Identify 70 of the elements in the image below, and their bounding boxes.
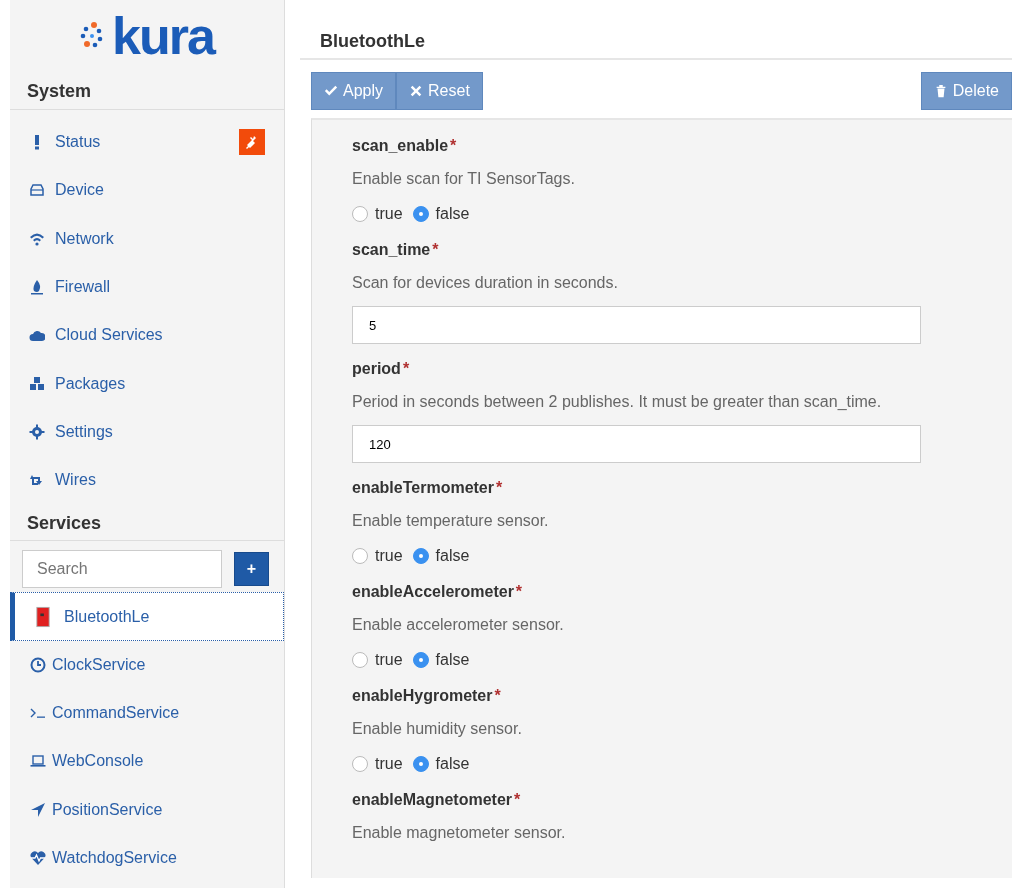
sidebar-item[interactable]: Packages <box>10 359 284 408</box>
field-description: Enable accelerometer sensor. <box>352 615 565 635</box>
sidebar-item[interactable]: Wires <box>10 456 284 505</box>
logo-dots-icon <box>80 22 105 50</box>
section-heading: Services <box>10 504 284 542</box>
field-label: scan_time <box>352 241 431 258</box>
radio-button[interactable] <box>352 206 368 222</box>
radio-label: false <box>435 546 470 566</box>
field-description: Period in seconds between 2 publishes. It must be greater than scan_time. <box>352 392 883 412</box>
sidebar-item[interactable]: Firewall <box>10 262 284 312</box>
radio-button[interactable] <box>352 548 368 564</box>
radio-label: true <box>375 754 403 774</box>
text-field[interactable]: 5 <box>352 306 921 344</box>
required-mark: * <box>494 687 501 704</box>
radio-label: false <box>435 204 470 224</box>
required-mark: * <box>496 479 503 496</box>
flame-icon <box>29 279 45 296</box>
required-mark: * <box>514 791 521 808</box>
search-field[interactable]: Search <box>22 550 222 589</box>
required-mark: * <box>402 360 410 377</box>
drive-icon <box>29 182 45 199</box>
location-arrow-icon <box>30 801 46 818</box>
radio-button[interactable] <box>412 548 429 564</box>
radio-button[interactable] <box>412 756 429 772</box>
field-description: Enable humidity sensor. <box>352 719 523 739</box>
radio-label: true <box>375 204 403 224</box>
sidebar-item[interactable]: Device <box>10 166 284 215</box>
service-item[interactable]: BluetoothLe <box>10 592 284 641</box>
sidebar-item[interactable]: Status <box>10 118 284 167</box>
logo-text: kura <box>112 10 214 62</box>
field-label: enableAccelerometer <box>352 583 514 600</box>
clock-icon <box>30 656 46 673</box>
service-item[interactable]: WatchdogService <box>10 833 284 883</box>
device-icon <box>36 605 50 628</box>
cubes-icon <box>29 375 45 392</box>
service-item[interactable]: PositionService <box>10 785 284 834</box>
field-label: enableHygrometer <box>352 687 493 704</box>
check-icon <box>324 84 338 98</box>
field-label: scan_enable <box>352 137 449 154</box>
heartbeat-icon <box>30 850 46 866</box>
cross-icon <box>409 84 424 98</box>
text-field[interactable]: 120 <box>352 425 921 463</box>
radio-label: false <box>435 650 470 670</box>
radio-button[interactable] <box>412 652 429 668</box>
section-heading: System <box>10 72 284 110</box>
radio-button[interactable] <box>352 756 368 772</box>
field-description: Enable temperature sensor. <box>352 511 550 531</box>
radio-label: false <box>435 754 470 774</box>
field-label: period <box>352 360 401 377</box>
field-description: Enable scan for TI SensorTags. <box>352 169 576 189</box>
required-mark: * <box>432 241 439 258</box>
field-description: Scan for devices duration in seconds. <box>352 273 619 293</box>
radio-label: true <box>375 650 403 670</box>
service-item[interactable]: WebConsole <box>10 737 284 786</box>
sidebar-item[interactable]: Settings <box>10 407 284 457</box>
radio-button[interactable] <box>412 206 429 222</box>
service-item[interactable]: CommandService <box>10 688 284 738</box>
field-label: enableTermometer <box>352 479 494 496</box>
required-mark: * <box>450 137 457 154</box>
radio-label: true <box>375 546 403 566</box>
add-button[interactable]: + <box>234 552 269 587</box>
sidebar-item[interactable]: Network <box>10 214 284 263</box>
required-mark: * <box>515 583 523 600</box>
service-item[interactable]: ClockService <box>10 640 284 689</box>
field-description: Enable magnetometer sensor. <box>352 823 567 843</box>
laptop-icon <box>30 753 46 770</box>
page-title: BluetoothLe <box>300 0 1012 60</box>
sidebar-item[interactable]: Cloud Services <box>10 311 284 360</box>
field-label: enableMagnetometer <box>352 791 513 808</box>
radio-button[interactable] <box>352 652 368 668</box>
